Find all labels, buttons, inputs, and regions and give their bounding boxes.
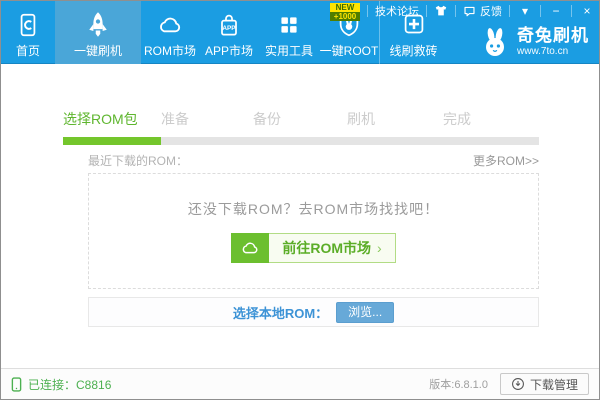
tab-label: ROM市场 [144, 43, 196, 59]
tab-label: APP市场 [205, 43, 253, 59]
cloud-icon [239, 237, 261, 259]
cta-cloud-iconbox [231, 233, 269, 263]
tab-label: 一键ROOT [320, 43, 379, 59]
forum-link-label: 技术论坛 [375, 3, 419, 19]
brand-text: 奇兔刷机 www.7to.cn [517, 27, 589, 57]
cloud-icon [155, 9, 185, 41]
tab-label: 实用工具 [265, 43, 313, 59]
tab-rom-market[interactable]: ROM市场 [141, 1, 199, 64]
empty-message: 还没下载ROM？去ROM市场找找吧！ [188, 199, 439, 219]
progress-fill [63, 137, 161, 145]
goto-rom-market-button[interactable]: 前往ROM市场 › [231, 233, 395, 263]
connection-status: 已连接：C8816 [11, 376, 111, 393]
tab-one-key-flash[interactable]: 一键刷机 [55, 1, 141, 64]
tab-utilities[interactable]: 实用工具 [259, 1, 319, 64]
menu-dropdown-button[interactable]: ▾ [517, 1, 533, 21]
new-badge-bottom: +1000 [330, 12, 360, 21]
download-manager-label: 下载管理 [530, 376, 578, 393]
app-bag-icon-text: APP [222, 25, 236, 32]
step-backup: 备份 [253, 109, 281, 129]
brand-title: 奇兔刷机 [517, 27, 589, 44]
rabbit-logo-icon [479, 26, 511, 58]
chat-bubble-icon [463, 5, 476, 18]
tab-app-market[interactable]: APP APP市场 [199, 1, 259, 64]
cta-label-box: 前往ROM市场 › [269, 233, 395, 263]
step-prepare: 准备 [161, 109, 189, 129]
version-text: 版本:6.8.1.0 [429, 376, 488, 392]
connection-status-text: 已连接：C8816 [28, 376, 111, 393]
divider [367, 5, 368, 17]
divider [571, 5, 572, 17]
tab-home[interactable]: 首页 [1, 1, 55, 64]
minimize-button[interactable]: − [548, 1, 564, 21]
top-mini-bar: NEW +1000 技术论坛 反馈 ▾ − [330, 1, 595, 21]
local-rom-label: 选择本地ROM： [233, 303, 328, 322]
recent-rom-row: 最近下载的ROM： 更多ROM>> [88, 152, 539, 168]
new-badge-top: NEW [330, 3, 360, 12]
home-phone-icon [14, 9, 42, 41]
rocket-icon [83, 9, 113, 41]
download-manager-button[interactable]: 下载管理 [500, 373, 589, 395]
tab-label: 一键刷机 [74, 43, 122, 59]
more-rom-link[interactable]: 更多ROM>> [473, 152, 539, 169]
brand-logo: 奇兔刷机 www.7to.cn [479, 26, 589, 58]
close-button[interactable]: × [579, 1, 595, 21]
tab-label: 首页 [16, 43, 40, 59]
step-select-rom: 选择ROM包 [63, 109, 138, 129]
tshirt-icon [434, 4, 448, 18]
divider [426, 5, 427, 17]
chevron-right-icon: › [377, 240, 382, 256]
phone-icon [11, 377, 22, 392]
divider [509, 5, 510, 17]
progress-bar [63, 137, 539, 145]
step-done: 完成 [443, 109, 471, 129]
tab-label: 线刷救砖 [389, 43, 437, 59]
grid-tiles-icon [276, 9, 302, 41]
app-window: 首页 一键刷机 R [0, 0, 600, 400]
divider [540, 5, 541, 17]
app-bag-icon: APP [215, 9, 243, 41]
feedback-link[interactable]: 反馈 [463, 3, 502, 19]
brand-url: www.7to.cn [517, 47, 589, 57]
feedback-link-label: 反馈 [480, 3, 502, 19]
skin-button[interactable] [434, 4, 448, 18]
recent-rom-label: 最近下载的ROM： [88, 152, 188, 169]
local-rom-bar: 选择本地ROM： 浏览... [88, 297, 539, 327]
browse-button[interactable]: 浏览... [336, 302, 394, 323]
cta-label-text: 前往ROM市场 [282, 238, 371, 258]
forum-link[interactable]: 技术论坛 [375, 3, 419, 19]
rom-empty-panel: 还没下载ROM？去ROM市场找找吧！ 前往ROM市场 › [88, 173, 539, 289]
wizard-steps: 选择ROM包 准备 备份 刷机 完成 [63, 109, 539, 129]
status-bar: 已连接：C8816 版本:6.8.1.0 下载管理 [1, 368, 599, 399]
step-flash: 刷机 [347, 109, 375, 129]
download-icon [511, 377, 525, 391]
statusbar-right: 版本:6.8.1.0 下载管理 [429, 373, 589, 395]
main-toolbar: 首页 一键刷机 R [1, 1, 599, 64]
new-badge: NEW +1000 [330, 3, 360, 21]
divider [455, 5, 456, 17]
